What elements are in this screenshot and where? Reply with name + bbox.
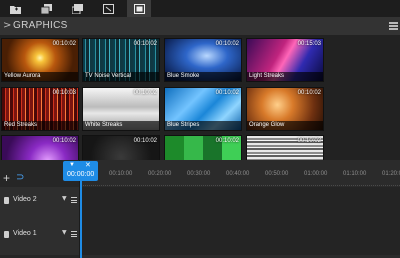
ruler-tick-label: 01:20:00 bbox=[382, 171, 400, 177]
chevron-right-icon[interactable]: > bbox=[3, 20, 11, 31]
layers-button[interactable] bbox=[65, 0, 89, 17]
ruler-tick-label: 00:30:00 bbox=[187, 171, 211, 177]
track-name: Video 1 bbox=[13, 230, 37, 237]
playhead-line[interactable] bbox=[80, 181, 82, 258]
media-toolbar bbox=[0, 0, 400, 17]
thumbnail-duration: 00:10:02 bbox=[133, 41, 157, 47]
panel-title: GRAPHICS bbox=[13, 20, 68, 31]
graphic-thumbnail[interactable]: 00:10:02 bbox=[1, 135, 79, 160]
track-menu-icon[interactable] bbox=[71, 231, 77, 237]
thumbnail-duration: 00:10:02 bbox=[133, 138, 157, 144]
thumbnail-duration: 00:10:02 bbox=[297, 138, 321, 144]
thumbnail-label: Blue Smoke bbox=[165, 72, 241, 81]
graphic-thumbnail[interactable]: 00:10:02 bbox=[164, 135, 242, 160]
track-lane[interactable] bbox=[81, 221, 400, 255]
thumbnail-label: Red Streaks bbox=[2, 121, 78, 130]
thumbnail-duration: 00:10:02 bbox=[297, 90, 321, 96]
graphic-thumbnail[interactable]: 00:10:02 bbox=[82, 135, 160, 160]
ruler-tick-label: 00:50:00 bbox=[265, 171, 289, 177]
ruler-tick-label: 01:10:00 bbox=[343, 171, 367, 177]
thumbnail-duration: 00:10:02 bbox=[52, 41, 76, 47]
thumbnail-duration: 00:10:02 bbox=[215, 90, 239, 96]
track-video-1: Video 1 ▼ bbox=[0, 221, 400, 255]
lock-icon[interactable] bbox=[4, 197, 9, 204]
crop-icon bbox=[102, 3, 114, 14]
graphic-thumbnail[interactable]: 00:15:03 Light Streaks bbox=[246, 38, 324, 82]
copy-icon bbox=[40, 3, 52, 14]
graphic-thumbnail[interactable]: 00:10:02 bbox=[246, 135, 324, 160]
graphic-thumbnail[interactable]: 00:10:02 Yellow Aurora bbox=[1, 38, 79, 82]
track-name: Video 2 bbox=[13, 196, 37, 203]
folder-add-icon bbox=[9, 5, 21, 14]
thumbnail-duration: 00:15:03 bbox=[297, 41, 321, 47]
snap-icon[interactable]: ⊃ bbox=[16, 173, 24, 183]
graphic-thumbnail[interactable]: 00:10:02 White Streaks bbox=[82, 87, 160, 131]
folder-add-button[interactable] bbox=[3, 0, 27, 17]
copy-button[interactable] bbox=[34, 0, 58, 17]
thumbnail-duration: 00:10:02 bbox=[52, 138, 76, 144]
graphics-tab-button[interactable] bbox=[127, 0, 151, 17]
ruler-tick-label: 00:10:00 bbox=[109, 171, 133, 177]
thumbnail-label: Blue Stripes bbox=[165, 121, 241, 130]
graphic-thumbnail[interactable]: 00:10:03 Red Streaks bbox=[1, 87, 79, 131]
track-lane[interactable] bbox=[81, 187, 400, 221]
graphic-thumbnail[interactable]: 00:10:02 Blue Stripes bbox=[164, 87, 242, 131]
thumbnail-label: Yellow Aurora bbox=[2, 72, 78, 81]
layers-icon bbox=[71, 3, 83, 14]
graphics-grid: 00:10:02 Yellow Aurora 00:10:02 TV Noise Ve… bbox=[0, 35, 400, 160]
timeline-ruler[interactable]: 00:10:00 00:20:00 00:30:00 00:40:00 00:50:00… bbox=[81, 160, 400, 182]
chevron-down-icon[interactable]: ▼ bbox=[62, 195, 67, 202]
thumbnail-label: White Streaks bbox=[83, 121, 159, 130]
marker-icon: ▼ bbox=[69, 162, 75, 168]
thumbnail-label: Light Streaks bbox=[247, 72, 323, 81]
track-menu-icon[interactable] bbox=[71, 197, 77, 203]
track-video-2: Video 2 ▼ bbox=[0, 187, 400, 221]
ruler-tick-label: 01:00:00 bbox=[304, 171, 328, 177]
graphic-thumbnail[interactable]: 00:10:02 Blue Smoke bbox=[164, 38, 242, 82]
chevron-down-icon[interactable]: ▼ bbox=[62, 229, 67, 236]
graphic-thumbnail[interactable]: 00:10:02 Orange Glow bbox=[246, 87, 324, 131]
track-header: Video 1 ▼ bbox=[0, 221, 80, 255]
track-header: Video 2 ▼ bbox=[0, 187, 80, 221]
thumbnail-duration: 00:10:03 bbox=[52, 90, 76, 96]
thumbnail-label: TV Noise Vertical bbox=[83, 72, 159, 81]
thumbnail-duration: 00:10:02 bbox=[215, 41, 239, 47]
panel-menu-icon[interactable] bbox=[389, 22, 398, 30]
crop-button[interactable] bbox=[96, 0, 120, 17]
graphics-icon bbox=[133, 3, 145, 14]
graphic-thumbnail[interactable]: 00:10:02 TV Noise Vertical bbox=[82, 38, 160, 82]
add-track-icon[interactable]: + bbox=[3, 172, 10, 184]
ruler-tick-label: 00:40:00 bbox=[226, 171, 250, 177]
ruler-tick-label: 00:20:00 bbox=[148, 171, 172, 177]
thumbnail-duration: 00:10:02 bbox=[215, 138, 239, 144]
thumbnail-label: Orange Glow bbox=[247, 121, 323, 130]
graphics-panel-header: > GRAPHICS bbox=[0, 17, 400, 35]
lock-icon[interactable] bbox=[4, 231, 9, 238]
thumbnail-duration: 00:10:02 bbox=[133, 90, 157, 96]
